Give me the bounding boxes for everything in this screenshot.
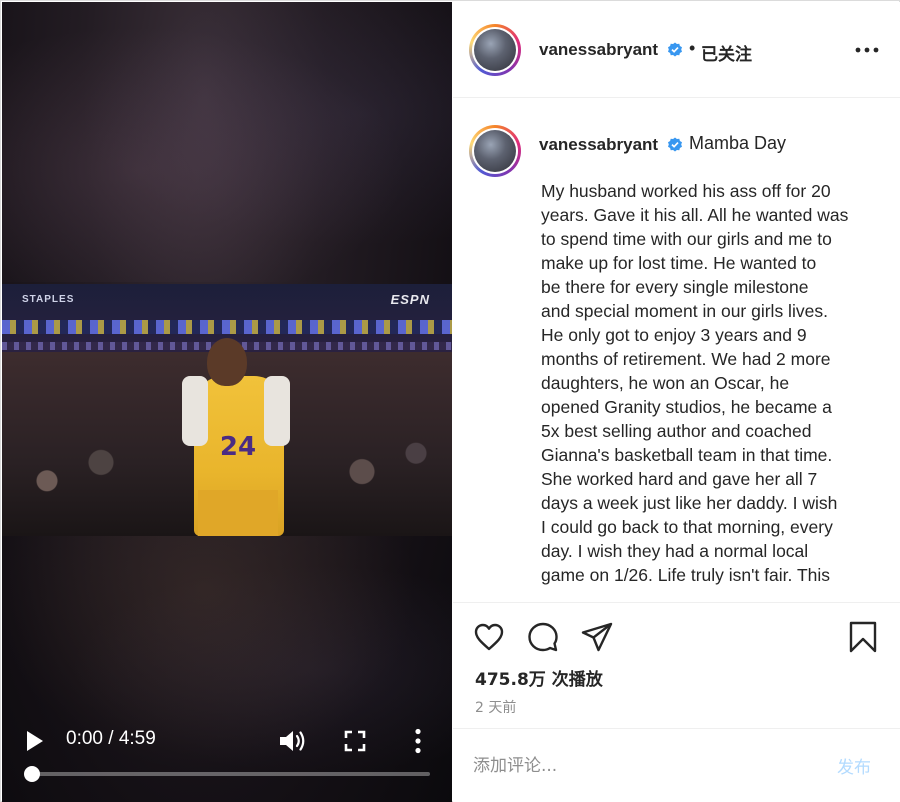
arena-lights: [2, 320, 452, 334]
video-progress-bar[interactable]: [32, 772, 430, 776]
video-blur-background-top: [2, 2, 452, 282]
comment-input[interactable]: [473, 751, 813, 781]
video-time: 0:00 / 4:59: [66, 728, 156, 749]
volume-icon[interactable]: [278, 728, 306, 754]
video-controls: 0:00 / 4:59: [2, 714, 452, 802]
verified-badge-icon: [668, 137, 682, 152]
post-header: vanessabryant • 已关注: [453, 2, 900, 98]
avatar-photo: [474, 130, 516, 172]
avatar-photo: [474, 29, 516, 71]
more-vertical-icon[interactable]: [412, 728, 424, 754]
comment-icon[interactable]: [527, 621, 559, 653]
more-options-icon[interactable]: [855, 46, 879, 54]
player-towel-left: [182, 376, 208, 446]
broadcast-logo-left: STAPLES: [22, 294, 75, 305]
heart-icon[interactable]: [473, 621, 505, 653]
video-frame[interactable]: STAPLES ESPN 24: [2, 284, 452, 536]
post-dialog: STAPLES ESPN 24 0:00 / 4:59 vanessabryan…: [0, 0, 900, 802]
fullscreen-icon[interactable]: [344, 730, 366, 752]
post-comment-button[interactable]: 发布: [837, 753, 871, 778]
comment-bar: 发布: [453, 728, 900, 802]
video-progress-thumb[interactable]: [24, 766, 40, 782]
video-player[interactable]: STAPLES ESPN 24 0:00 / 4:59: [2, 2, 452, 802]
post-timestamp[interactable]: 2 天前: [475, 697, 516, 717]
player-shorts: [198, 490, 278, 536]
post-side-panel: vanessabryant • 已关注 vanessabryant Mamba …: [453, 2, 900, 802]
caption-section: vanessabryant Mamba Day My husband worke…: [453, 99, 900, 599]
caption-text: My husband worked his ass off for 20 yea…: [541, 181, 849, 585]
caption-avatar[interactable]: [469, 125, 521, 177]
share-icon[interactable]: [581, 621, 613, 653]
avatar[interactable]: [469, 24, 521, 76]
player-towel-right: [264, 376, 290, 446]
caption-username[interactable]: vanessabryant: [539, 135, 658, 155]
post-actions: 475.8万 次播放 2 天前: [453, 602, 900, 728]
header-username[interactable]: vanessabryant: [539, 40, 658, 60]
jersey-number: 24: [219, 432, 257, 462]
bookmark-icon[interactable]: [847, 621, 879, 653]
verified-badge-icon: [668, 42, 682, 57]
espn-logo: ESPN: [390, 292, 430, 307]
view-count[interactable]: 475.8万 次播放: [475, 665, 603, 690]
header-separator: •: [689, 38, 696, 58]
player-head: [207, 338, 247, 386]
play-icon[interactable]: [26, 730, 44, 752]
caption-title: Mamba Day: [689, 133, 787, 153]
follow-status-button[interactable]: 已关注: [701, 40, 752, 65]
